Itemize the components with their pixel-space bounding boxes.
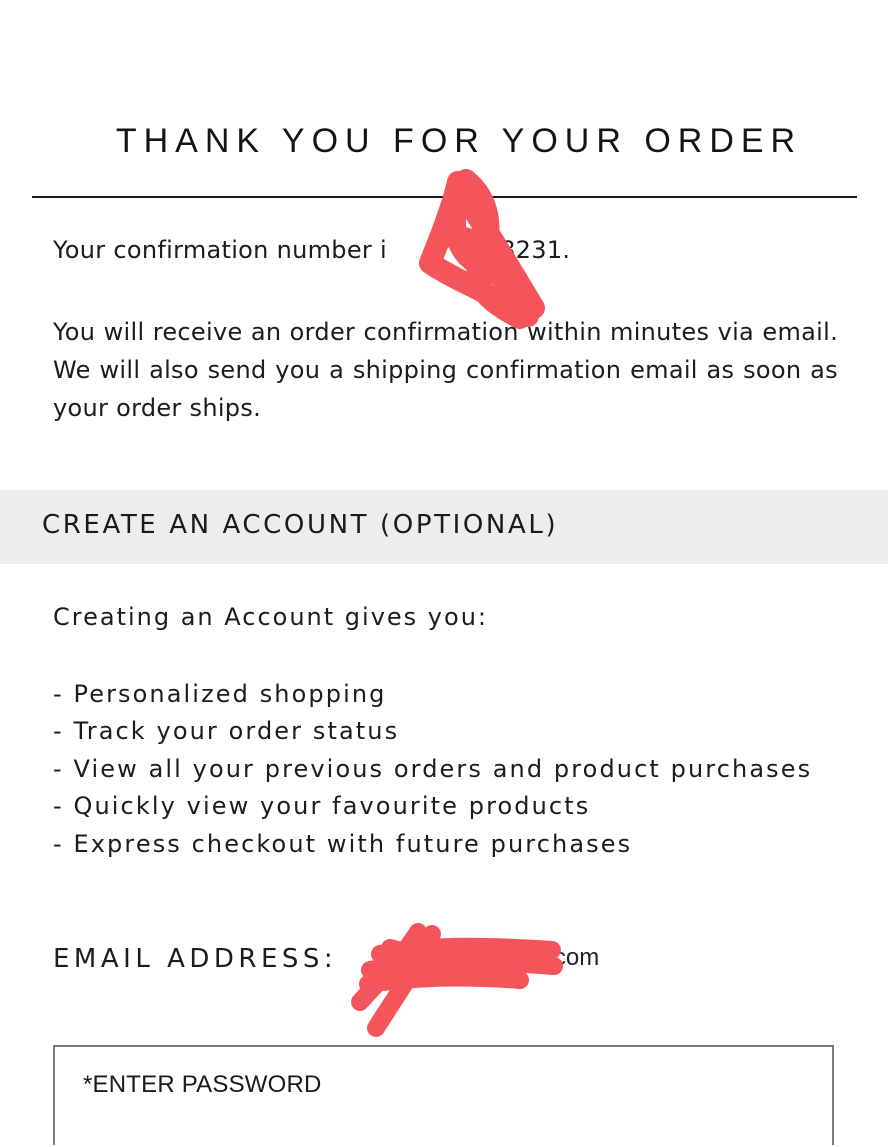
benefit-item: - Express checkout with future purchases	[53, 829, 633, 858]
confirmation-prefix: Your confirmation number i	[53, 236, 387, 264]
redaction-scribble-email	[351, 923, 563, 1037]
email-value: hoo.com	[507, 944, 600, 971]
email-label: EMAIL ADDRESS:	[53, 944, 338, 974]
confirmation-suffix: 108231.	[468, 236, 571, 264]
password-input[interactable]	[55, 1047, 836, 1147]
benefit-item: - View all your previous orders and prod…	[53, 754, 813, 783]
confirmation-number-text: Your confirmation number i 108231.	[53, 236, 570, 264]
benefit-item: - Track your order status	[53, 717, 400, 746]
order-confirmation-page: THANK YOU FOR YOUR ORDER Your confirmati…	[0, 0, 888, 1147]
email-address-row: EMAIL ADDRESS: hoo.com	[53, 944, 599, 974]
page-title: THANK YOU FOR YOUR ORDER	[115, 122, 803, 160]
benefits-list: - Personalized shopping - Track your ord…	[53, 676, 853, 863]
create-account-header: CREATE AN ACCOUNT (OPTIONAL)	[0, 490, 888, 564]
benefit-item: - Quickly view your favourite products	[53, 792, 591, 821]
password-field[interactable]: *ENTER PASSWORD	[53, 1045, 836, 1147]
section-title: CREATE AN ACCOUNT (OPTIONAL)	[42, 510, 559, 540]
title-divider	[32, 196, 857, 198]
benefits-intro: Creating an Account gives you:	[53, 603, 488, 631]
benefit-item: - Personalized shopping	[53, 680, 387, 708]
order-notice-text: You will receive an order confirmation w…	[53, 318, 838, 422]
